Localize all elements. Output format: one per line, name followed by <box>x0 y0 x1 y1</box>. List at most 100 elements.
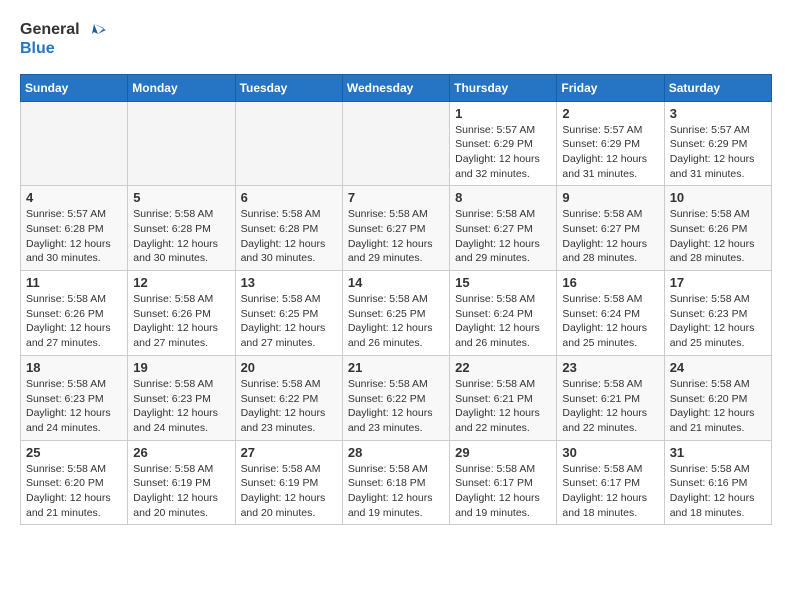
weekday-header-tuesday: Tuesday <box>235 74 342 101</box>
calendar-cell: 2 Sunrise: 5:57 AMSunset: 6:29 PMDaylight… <box>557 101 664 186</box>
day-detail: Sunrise: 5:58 AMSunset: 6:22 PMDaylight:… <box>241 377 337 436</box>
day-detail: Sunrise: 5:58 AMSunset: 6:24 PMDaylight:… <box>455 292 551 351</box>
calendar-cell: 13 Sunrise: 5:58 AMSunset: 6:25 PMDayligh… <box>235 271 342 356</box>
calendar-cell: 9 Sunrise: 5:58 AMSunset: 6:27 PMDaylight… <box>557 186 664 271</box>
day-number: 27 <box>241 445 337 460</box>
day-number: 2 <box>562 106 658 121</box>
day-number: 6 <box>241 190 337 205</box>
day-detail: Sunrise: 5:57 AMSunset: 6:29 PMDaylight:… <box>562 123 658 182</box>
day-number: 10 <box>670 190 766 205</box>
calendar-header: SundayMondayTuesdayWednesdayThursdayFrid… <box>21 74 772 101</box>
day-detail: Sunrise: 5:58 AMSunset: 6:26 PMDaylight:… <box>133 292 229 351</box>
page-header: General Blue <box>20 20 772 58</box>
day-detail: Sunrise: 5:58 AMSunset: 6:23 PMDaylight:… <box>26 377 122 436</box>
day-detail: Sunrise: 5:58 AMSunset: 6:26 PMDaylight:… <box>670 207 766 266</box>
calendar-cell: 8 Sunrise: 5:58 AMSunset: 6:27 PMDaylight… <box>450 186 557 271</box>
day-detail: Sunrise: 5:58 AMSunset: 6:27 PMDaylight:… <box>348 207 444 266</box>
calendar-cell: 5 Sunrise: 5:58 AMSunset: 6:28 PMDaylight… <box>128 186 235 271</box>
day-number: 19 <box>133 360 229 375</box>
calendar-cell: 20 Sunrise: 5:58 AMSunset: 6:22 PMDayligh… <box>235 355 342 440</box>
day-detail: Sunrise: 5:58 AMSunset: 6:28 PMDaylight:… <box>133 207 229 266</box>
day-number: 31 <box>670 445 766 460</box>
day-number: 3 <box>670 106 766 121</box>
calendar-cell: 16Sunrise: 5:58 AMSunset: 6:24 PMDayligh… <box>557 271 664 356</box>
day-detail: Sunrise: 5:58 AMSunset: 6:21 PMDaylight:… <box>562 377 658 436</box>
day-detail: Sunrise: 5:58 AMSunset: 6:20 PMDaylight:… <box>26 462 122 521</box>
calendar-cell: 22 Sunrise: 5:58 AMSunset: 6:21 PMDayligh… <box>450 355 557 440</box>
calendar-cell: 21 Sunrise: 5:58 AMSunset: 6:22 PMDayligh… <box>342 355 449 440</box>
day-number: 28 <box>348 445 444 460</box>
day-number: 4 <box>26 190 122 205</box>
day-number: 21 <box>348 360 444 375</box>
calendar-cell: 17Sunrise: 5:58 AMSunset: 6:23 PMDayligh… <box>664 271 771 356</box>
weekday-header-saturday: Saturday <box>664 74 771 101</box>
logo-blue: Blue <box>20 40 55 58</box>
day-number: 23 <box>562 360 658 375</box>
day-detail: Sunrise: 5:58 AMSunset: 6:27 PMDaylight:… <box>455 207 551 266</box>
day-number: 5 <box>133 190 229 205</box>
calendar-cell <box>235 101 342 186</box>
calendar-week-4: 18 Sunrise: 5:58 AMSunset: 6:23 PMDayligh… <box>21 355 772 440</box>
calendar-cell: 18 Sunrise: 5:58 AMSunset: 6:23 PMDayligh… <box>21 355 128 440</box>
calendar-cell: 29Sunrise: 5:58 AMSunset: 6:17 PMDayligh… <box>450 440 557 525</box>
day-detail: Sunrise: 5:58 AMSunset: 6:20 PMDaylight:… <box>670 377 766 436</box>
calendar-cell: 11Sunrise: 5:58 AMSunset: 6:26 PMDayligh… <box>21 271 128 356</box>
day-detail: Sunrise: 5:58 AMSunset: 6:23 PMDaylight:… <box>133 377 229 436</box>
calendar-cell: 31Sunrise: 5:58 AMSunset: 6:16 PMDayligh… <box>664 440 771 525</box>
day-detail: Sunrise: 5:58 AMSunset: 6:19 PMDaylight:… <box>241 462 337 521</box>
calendar-cell: 6 Sunrise: 5:58 AMSunset: 6:28 PMDaylight… <box>235 186 342 271</box>
day-detail: Sunrise: 5:57 AMSunset: 6:29 PMDaylight:… <box>455 123 551 182</box>
day-detail: Sunrise: 5:58 AMSunset: 6:19 PMDaylight:… <box>133 462 229 521</box>
weekday-header-thursday: Thursday <box>450 74 557 101</box>
calendar-cell: 27 Sunrise: 5:58 AMSunset: 6:19 PMDayligh… <box>235 440 342 525</box>
day-number: 24 <box>670 360 766 375</box>
weekday-header-monday: Monday <box>128 74 235 101</box>
day-number: 8 <box>455 190 551 205</box>
logo-bird-icon <box>84 20 108 40</box>
calendar-cell: 10 Sunrise: 5:58 AMSunset: 6:26 PMDayligh… <box>664 186 771 271</box>
day-detail: Sunrise: 5:58 AMSunset: 6:25 PMDaylight:… <box>241 292 337 351</box>
calendar-cell: 14 Sunrise: 5:58 AMSunset: 6:25 PMDayligh… <box>342 271 449 356</box>
calendar-cell: 15 Sunrise: 5:58 AMSunset: 6:24 PMDayligh… <box>450 271 557 356</box>
calendar-week-1: 1Sunrise: 5:57 AMSunset: 6:29 PMDaylight… <box>21 101 772 186</box>
day-detail: Sunrise: 5:58 AMSunset: 6:27 PMDaylight:… <box>562 207 658 266</box>
calendar-cell: 28 Sunrise: 5:58 AMSunset: 6:18 PMDayligh… <box>342 440 449 525</box>
calendar-cell: 23 Sunrise: 5:58 AMSunset: 6:21 PMDayligh… <box>557 355 664 440</box>
calendar-cell: 4Sunrise: 5:57 AMSunset: 6:28 PMDaylight… <box>21 186 128 271</box>
calendar-cell: 25 Sunrise: 5:58 AMSunset: 6:20 PMDayligh… <box>21 440 128 525</box>
logo: General Blue <box>20 20 108 58</box>
day-number: 14 <box>348 275 444 290</box>
calendar-cell: 12Sunrise: 5:58 AMSunset: 6:26 PMDayligh… <box>128 271 235 356</box>
calendar-cell: 1Sunrise: 5:57 AMSunset: 6:29 PMDaylight… <box>450 101 557 186</box>
day-number: 13 <box>241 275 337 290</box>
day-detail: Sunrise: 5:58 AMSunset: 6:22 PMDaylight:… <box>348 377 444 436</box>
day-detail: Sunrise: 5:58 AMSunset: 6:25 PMDaylight:… <box>348 292 444 351</box>
day-number: 16 <box>562 275 658 290</box>
day-detail: Sunrise: 5:57 AMSunset: 6:29 PMDaylight:… <box>670 123 766 182</box>
day-number: 18 <box>26 360 122 375</box>
calendar-cell: 7 Sunrise: 5:58 AMSunset: 6:27 PMDaylight… <box>342 186 449 271</box>
day-number: 20 <box>241 360 337 375</box>
day-detail: Sunrise: 5:58 AMSunset: 6:21 PMDaylight:… <box>455 377 551 436</box>
calendar-cell: 19 Sunrise: 5:58 AMSunset: 6:23 PMDayligh… <box>128 355 235 440</box>
calendar-cell <box>342 101 449 186</box>
calendar-week-3: 11Sunrise: 5:58 AMSunset: 6:26 PMDayligh… <box>21 271 772 356</box>
weekday-header-friday: Friday <box>557 74 664 101</box>
day-number: 22 <box>455 360 551 375</box>
day-number: 9 <box>562 190 658 205</box>
calendar-cell: 24 Sunrise: 5:58 AMSunset: 6:20 PMDayligh… <box>664 355 771 440</box>
day-number: 25 <box>26 445 122 460</box>
calendar-table: SundayMondayTuesdayWednesdayThursdayFrid… <box>20 74 772 526</box>
day-number: 7 <box>348 190 444 205</box>
calendar-cell <box>21 101 128 186</box>
day-detail: Sunrise: 5:58 AMSunset: 6:17 PMDaylight:… <box>455 462 551 521</box>
day-number: 15 <box>455 275 551 290</box>
day-number: 26 <box>133 445 229 460</box>
day-detail: Sunrise: 5:58 AMSunset: 6:17 PMDaylight:… <box>562 462 658 521</box>
calendar-cell: 30Sunrise: 5:58 AMSunset: 6:17 PMDayligh… <box>557 440 664 525</box>
calendar-week-5: 25 Sunrise: 5:58 AMSunset: 6:20 PMDayligh… <box>21 440 772 525</box>
weekday-header-sunday: Sunday <box>21 74 128 101</box>
day-detail: Sunrise: 5:58 AMSunset: 6:26 PMDaylight:… <box>26 292 122 351</box>
day-detail: Sunrise: 5:58 AMSunset: 6:28 PMDaylight:… <box>241 207 337 266</box>
day-detail: Sunrise: 5:58 AMSunset: 6:18 PMDaylight:… <box>348 462 444 521</box>
